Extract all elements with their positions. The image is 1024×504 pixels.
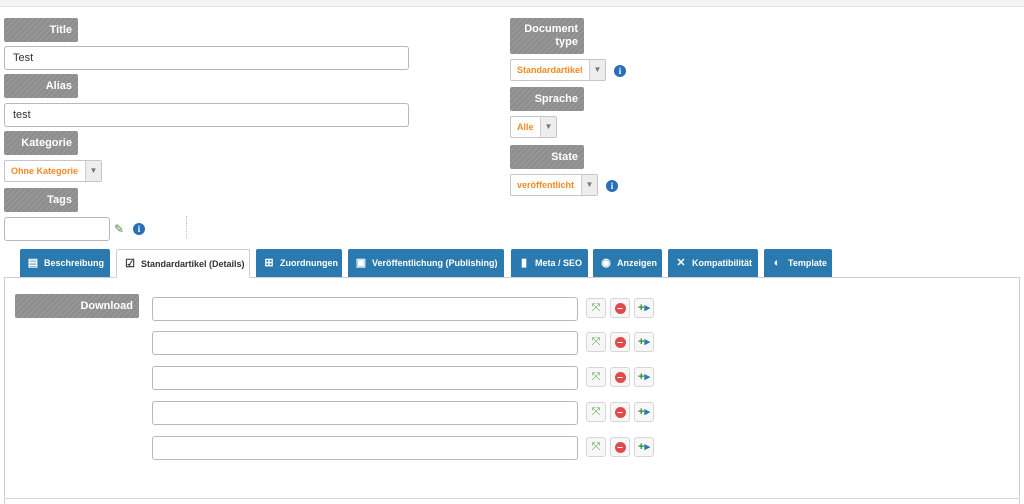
download-input-4[interactable] (152, 401, 578, 425)
download-input-3[interactable] (152, 366, 578, 390)
add-item-icon[interactable]: +▸ (634, 437, 654, 457)
document-type-selected-value: Standardartikel (517, 65, 583, 75)
title-input[interactable]: Test (4, 46, 409, 70)
tags-input[interactable] (4, 217, 110, 241)
state-select[interactable]: veröffentlicht ▼ (510, 174, 598, 196)
remove-icon[interactable]: – (610, 332, 630, 352)
add-item-icon[interactable]: +▸ (634, 298, 654, 318)
tag-add-icon[interactable]: ✎ (111, 222, 127, 236)
add-item-icon[interactable]: +▸ (634, 332, 654, 352)
panel-bottom-border (4, 498, 1020, 499)
chevron-down-icon[interactable]: ▼ (540, 117, 556, 137)
top-bar (0, 0, 1024, 7)
divider (186, 216, 187, 238)
expand-icon[interactable]: ⤧ (586, 298, 606, 318)
download-input-2[interactable] (152, 331, 578, 355)
info-icon[interactable]: i (133, 223, 145, 235)
chevron-down-icon[interactable]: ▼ (85, 161, 101, 181)
remove-icon[interactable]: – (610, 298, 630, 318)
expand-icon[interactable]: ⤧ (586, 402, 606, 422)
remove-icon[interactable]: – (610, 367, 630, 387)
tab-beschreibung[interactable]: ▤ Beschreibung (20, 249, 110, 277)
tab-zuordnungen[interactable]: ⊞ Zuordnungen (256, 249, 342, 277)
sitemap-icon: ⊞ (264, 257, 274, 269)
info-icon[interactable]: i (614, 65, 626, 77)
info-icon[interactable]: i (606, 180, 618, 192)
joomla-icon: ✕ (676, 257, 686, 269)
document-type-select[interactable]: Standardartikel ▼ (510, 59, 606, 81)
tags-label: Tags (4, 188, 78, 212)
tab-veroeffentlichung[interactable]: ▣ Veröffentlichung (Publishing) (348, 249, 504, 277)
expand-icon[interactable]: ⤧ (586, 367, 606, 387)
title-label: Title (4, 18, 78, 42)
eye-icon: ◉ (601, 257, 611, 269)
chevron-down-icon[interactable]: ▼ (581, 175, 597, 195)
tab-anzeigen[interactable]: ◉ Anzeigen (593, 249, 662, 277)
download-input-1[interactable] (152, 297, 578, 321)
document-icon: ▤ (27, 257, 39, 269)
remove-icon[interactable]: – (610, 402, 630, 422)
language-label: Sprache (510, 87, 584, 111)
add-item-icon[interactable]: +▸ (634, 367, 654, 387)
tab-template[interactable]: ◐ Template (764, 249, 832, 277)
state-selected-value: veröffentlicht (517, 180, 575, 190)
download-label: Download (15, 294, 139, 318)
tab-meta-seo[interactable]: ▮ Meta / SEO (511, 249, 588, 277)
bookmark-icon: ▮ (520, 257, 528, 269)
download-input-5[interactable] (152, 436, 578, 460)
category-selected-value: Ohne Kategorie (11, 166, 79, 176)
category-label: Kategorie (4, 131, 78, 155)
remove-icon[interactable]: – (610, 437, 630, 457)
tab-kompatibilitaet[interactable]: ✕ Kompatibilität (668, 249, 758, 277)
document-type-label: Document type (510, 18, 584, 54)
alias-label: Alias (4, 74, 78, 98)
state-label: State (510, 145, 584, 169)
expand-icon[interactable]: ⤧ (586, 437, 606, 457)
language-selected-value: Alle (517, 122, 534, 132)
chevron-down-icon[interactable]: ▼ (589, 60, 605, 80)
language-select[interactable]: Alle ▼ (510, 116, 557, 138)
tab-standardartikel-details[interactable]: ☑ Standardartikel (Details) (116, 249, 250, 278)
expand-icon[interactable]: ⤧ (586, 332, 606, 352)
publish-icon: ▣ (355, 257, 367, 269)
palette-icon: ◐ (773, 257, 781, 269)
checklist-icon: ☑ (125, 258, 135, 270)
alias-input[interactable]: test (4, 103, 409, 127)
category-select[interactable]: Ohne Kategorie ▼ (4, 160, 102, 182)
add-item-icon[interactable]: +▸ (634, 402, 654, 422)
